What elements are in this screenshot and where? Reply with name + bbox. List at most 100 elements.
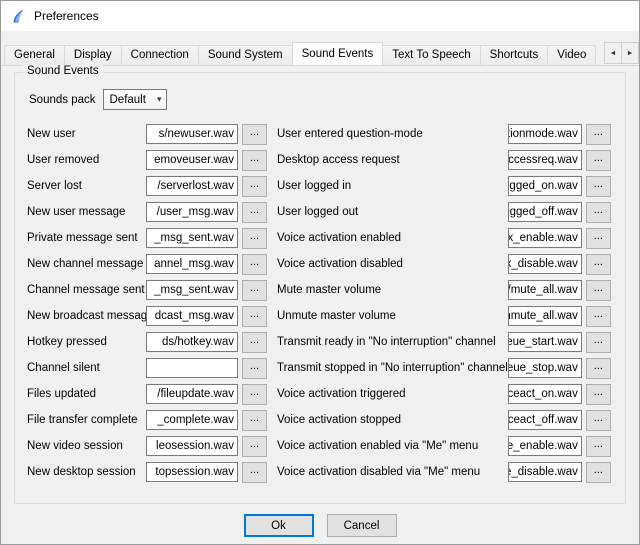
dialog-footer: Ok Cancel: [1, 514, 639, 537]
tab-display[interactable]: Display: [64, 45, 122, 65]
browse-button[interactable]: ...: [242, 332, 267, 353]
sound-file-input[interactable]: aaccessreq.wav: [508, 150, 582, 170]
browse-button[interactable]: ...: [586, 280, 611, 301]
sound-file-input[interactable]: s/newuser.wav: [146, 124, 238, 144]
file-path-text: annel_msg.wav: [154, 258, 234, 270]
sound-file-input[interactable]: ox_disable.wav: [508, 254, 582, 274]
file-path-text: ox_disable.wav: [508, 258, 578, 270]
tab-scroll-right-button[interactable]: ►: [621, 42, 639, 64]
event-label: Mute master volume: [277, 284, 508, 296]
sound-file-input[interactable]: /fileupdate.wav: [146, 384, 238, 404]
tab-connection[interactable]: Connection: [121, 45, 199, 65]
event-label: User logged in: [277, 180, 508, 192]
event-label: Desktop access request: [277, 154, 508, 166]
tab-sound-events[interactable]: Sound Events: [292, 42, 384, 66]
file-path-text: emoveuser.wav: [154, 154, 234, 166]
tab-scroll-left-button[interactable]: ◄: [604, 42, 622, 64]
browse-button[interactable]: ...: [242, 254, 267, 275]
tab-sound-system[interactable]: Sound System: [198, 45, 293, 65]
sound-file-input[interactable]: ogged_off.wav: [508, 202, 582, 222]
sound-file-input[interactable]: emoveuser.wav: [146, 150, 238, 170]
cancel-button[interactable]: Cancel: [327, 514, 397, 537]
event-label: Hotkey pressed: [27, 336, 146, 348]
browse-button[interactable]: ...: [242, 124, 267, 145]
event-row: Transmit ready in "No interruption" chan…: [277, 329, 611, 355]
browse-button[interactable]: ...: [586, 410, 611, 431]
sound-file-input[interactable]: ueue_stop.wav: [508, 358, 582, 378]
browse-button[interactable]: ...: [586, 436, 611, 457]
event-row: User logged outogged_off.wav...: [277, 199, 611, 225]
file-path-text: ogged_off.wav: [508, 206, 578, 218]
ok-button[interactable]: Ok: [244, 514, 314, 537]
sound-file-input[interactable]: _complete.wav: [146, 410, 238, 430]
browse-button[interactable]: ...: [586, 358, 611, 379]
sounds-pack-select[interactable]: Default ▾: [103, 89, 167, 110]
tab-shortcuts[interactable]: Shortcuts: [480, 45, 549, 65]
events-column-left: New users/newuser.wav... User removedemo…: [27, 121, 267, 485]
sound-file-input[interactable]: me_enable.wav: [508, 436, 582, 456]
event-label: New user message: [27, 206, 146, 218]
sound-file-input[interactable]: s/mute_all.wav: [508, 280, 582, 300]
browse-button[interactable]: ...: [586, 332, 611, 353]
browse-button[interactable]: ...: [242, 384, 267, 405]
browse-button[interactable]: ...: [586, 306, 611, 327]
tab-video[interactable]: Video: [547, 45, 596, 65]
file-path-text: logged_on.wav: [508, 180, 578, 192]
event-label: File transfer complete: [27, 414, 146, 426]
sound-file-input[interactable]: ox_enable.wav: [508, 228, 582, 248]
browse-button[interactable]: ...: [242, 150, 267, 171]
tab-text-to-speech[interactable]: Text To Speech: [382, 45, 480, 65]
sound-file-input[interactable]: /user_msg.wav: [146, 202, 238, 222]
browse-button[interactable]: ...: [586, 228, 611, 249]
file-path-text: _msg_sent.wav: [154, 284, 234, 296]
arrow-left-icon: ◄: [610, 50, 617, 57]
sound-file-input[interactable]: stionmode.wav: [508, 124, 582, 144]
sound-file-input[interactable]: ds/hotkey.wav: [146, 332, 238, 352]
browse-button[interactable]: ...: [586, 150, 611, 171]
browse-button[interactable]: ...: [242, 410, 267, 431]
sound-file-input[interactable]: /serverlost.wav: [146, 176, 238, 196]
browse-button[interactable]: ...: [242, 202, 267, 223]
sound-file-input[interactable]: dcast_msg.wav: [146, 306, 238, 326]
file-path-text: oiceact_on.wav: [508, 388, 578, 400]
file-path-text: me_enable.wav: [508, 440, 578, 452]
event-label: Voice activation enabled: [277, 232, 508, 244]
browse-button[interactable]: ...: [586, 202, 611, 223]
sound-file-input[interactable]: annel_msg.wav: [146, 254, 238, 274]
browse-button[interactable]: ...: [586, 254, 611, 275]
browse-button[interactable]: ...: [242, 358, 267, 379]
sound-file-input[interactable]: unmute_all.wav: [508, 306, 582, 326]
event-row: Voice activation stoppedoiceact_off.wav.…: [277, 407, 611, 433]
browse-button[interactable]: ...: [586, 384, 611, 405]
sounds-pack-row: Sounds pack Default ▾: [29, 89, 613, 110]
sound-file-input[interactable]: topsession.wav: [146, 462, 238, 482]
browse-button[interactable]: ...: [586, 124, 611, 145]
browse-button[interactable]: ...: [242, 306, 267, 327]
browse-button[interactable]: ...: [242, 176, 267, 197]
event-row: Server lost/serverlost.wav...: [27, 173, 267, 199]
event-row: New desktop sessiontopsession.wav...: [27, 459, 267, 485]
sound-file-input[interactable]: ueue_start.wav: [508, 332, 582, 352]
sound-file-input[interactable]: _msg_sent.wav: [146, 228, 238, 248]
file-path-text: leosession.wav: [156, 440, 234, 452]
event-row: Channel silent...: [27, 355, 267, 381]
event-label: Channel message sent: [27, 284, 146, 296]
sound-file-input[interactable]: logged_on.wav: [508, 176, 582, 196]
browse-button[interactable]: ...: [586, 462, 611, 483]
sound-file-input[interactable]: oiceact_on.wav: [508, 384, 582, 404]
tab-general[interactable]: General: [4, 45, 65, 65]
browse-button[interactable]: ...: [242, 280, 267, 301]
sound-file-input[interactable]: leosession.wav: [146, 436, 238, 456]
tab-scroller: ◄ ►: [605, 42, 639, 64]
event-label: User logged out: [277, 206, 508, 218]
sound-file-input[interactable]: _msg_sent.wav: [146, 280, 238, 300]
sound-file-input[interactable]: oiceact_off.wav: [508, 410, 582, 430]
browse-button[interactable]: ...: [242, 228, 267, 249]
sound-file-input[interactable]: ne_disable.wav: [508, 462, 582, 482]
event-label: Server lost: [27, 180, 146, 192]
browse-button[interactable]: ...: [586, 176, 611, 197]
events-column-right: User entered question-modestionmode.wav.…: [277, 121, 625, 485]
sound-file-input[interactable]: [146, 358, 238, 378]
browse-button[interactable]: ...: [242, 462, 267, 483]
browse-button[interactable]: ...: [242, 436, 267, 457]
